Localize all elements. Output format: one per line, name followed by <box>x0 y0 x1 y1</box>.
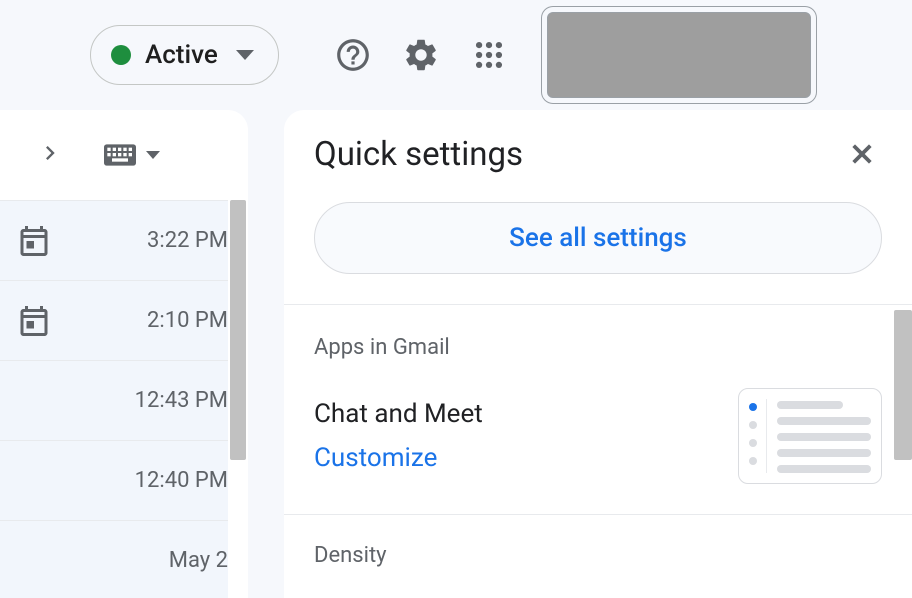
customize-link[interactable]: Customize <box>314 443 483 473</box>
calendar-event-icon <box>16 223 52 259</box>
input-tools-button[interactable] <box>104 144 160 166</box>
row-time: 2:10 PM <box>147 308 228 333</box>
thumb-line-icon <box>777 417 871 425</box>
status-dot-icon <box>111 45 131 65</box>
panel-title: Quick settings <box>314 135 523 174</box>
message-row[interactable]: 12:43 PM <box>0 361 248 441</box>
thumb-dot-icon <box>749 457 757 465</box>
status-chip[interactable]: Active <box>90 25 279 85</box>
keyboard-icon <box>104 144 136 166</box>
option-title-chat-meet: Chat and Meet <box>314 399 483 429</box>
section-label-density: Density <box>314 543 882 568</box>
message-row[interactable]: 3:22 PM <box>0 201 248 281</box>
account-button[interactable] <box>547 12 811 98</box>
panel-scrollbar-thumb[interactable] <box>894 310 912 460</box>
expand-button[interactable] <box>36 139 64 171</box>
settings-button[interactable] <box>397 31 445 79</box>
calendar-event-icon <box>16 303 52 339</box>
apps-grid-icon <box>472 38 506 72</box>
row-time: 12:43 PM <box>135 388 228 413</box>
see-all-label: See all settings <box>509 223 687 253</box>
chevron-down-icon <box>146 151 160 159</box>
chevron-down-icon <box>236 50 254 60</box>
thumb-dot-icon <box>749 439 757 447</box>
thumb-dot-icon <box>749 421 757 429</box>
close-button[interactable] <box>842 134 882 174</box>
layout-thumbnail[interactable] <box>738 388 882 484</box>
thumb-line-icon <box>777 449 871 457</box>
thumb-line-icon <box>777 401 843 409</box>
thumb-dot-icon <box>749 403 757 411</box>
thumb-line-icon <box>777 433 871 441</box>
scrollbar-thumb[interactable] <box>230 200 246 460</box>
list-scrollbar[interactable] <box>228 200 248 598</box>
help-icon <box>334 36 372 74</box>
section-label-apps: Apps in Gmail <box>314 335 882 360</box>
help-button[interactable] <box>329 31 377 79</box>
apps-button[interactable] <box>465 31 513 79</box>
see-all-settings-button[interactable]: See all settings <box>314 202 882 274</box>
row-time: May 2 <box>169 548 228 573</box>
chevron-right-icon <box>36 139 64 167</box>
close-icon <box>847 139 877 169</box>
message-list-column: 3:22 PM 2:10 PM 12:43 PM 12:40 PM May 2 <box>0 110 248 598</box>
message-row[interactable]: May 2 <box>0 521 248 598</box>
message-row[interactable]: 2:10 PM <box>0 281 248 361</box>
row-time: 3:22 PM <box>147 228 228 253</box>
message-row[interactable]: 12:40 PM <box>0 441 248 521</box>
quick-settings-panel: Quick settings See all settings Apps in … <box>284 110 912 598</box>
gear-icon <box>402 36 440 74</box>
thumb-line-icon <box>777 465 871 473</box>
row-time: 12:40 PM <box>135 468 228 493</box>
status-label: Active <box>145 40 218 70</box>
